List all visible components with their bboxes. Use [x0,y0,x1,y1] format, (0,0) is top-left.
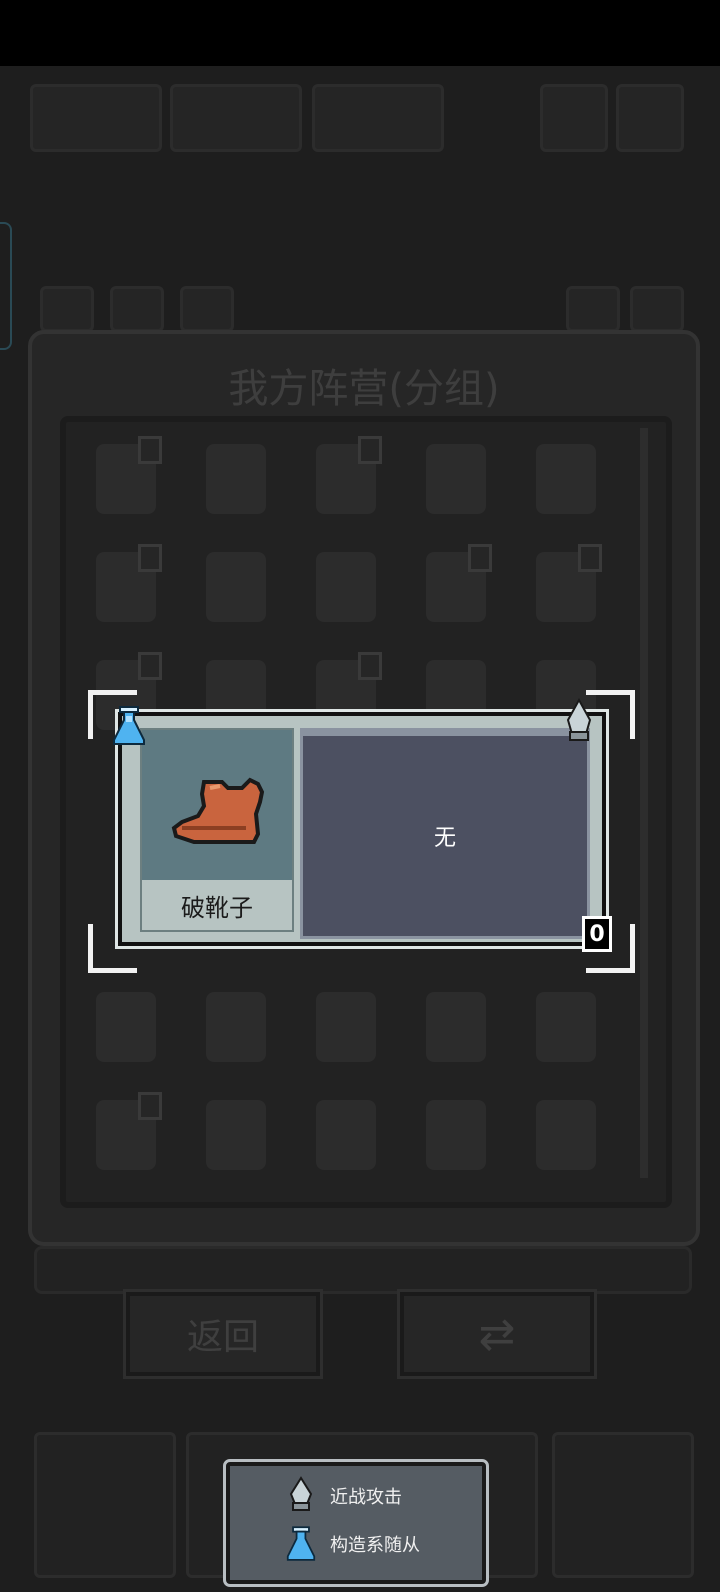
unit-cell[interactable] [196,1090,276,1180]
unit-cell[interactable] [86,434,166,524]
boot-icon [171,777,265,844]
refresh-icon: ⇄ [478,1308,516,1360]
spearhead-icon [564,697,594,746]
item-name: 破靴子 [142,880,292,930]
bottom-slot-3[interactable] [552,1432,694,1578]
bottom-slot-1[interactable] [34,1432,176,1578]
unit-cell[interactable] [526,982,606,1072]
refresh-button[interactable]: ⇄ [400,1292,594,1376]
resource-slot-1[interactable] [30,84,162,152]
spearhead-icon [286,1476,316,1512]
unit-cell[interactable] [416,542,496,632]
info-strip [34,1246,692,1294]
side-tab[interactable] [0,222,12,350]
tooltip-row-1: 近战攻击 [330,1487,402,1508]
tooltip-row-2: 构造系随从 [330,1535,420,1556]
unit-cell[interactable] [526,1090,606,1180]
unit-cell[interactable] [306,982,386,1072]
back-button[interactable]: 返回 [126,1292,320,1376]
filter-button-3[interactable] [180,286,234,332]
unit-cell[interactable] [196,542,276,632]
unit-cell[interactable] [416,982,496,1072]
hud-button-1[interactable] [540,84,608,152]
unit-cell[interactable] [306,542,386,632]
unit-cell[interactable] [86,1090,166,1180]
status-bar [0,0,720,66]
unit-cell[interactable] [196,982,276,1072]
trait-tooltip: 近战攻击 构造系随从 [223,1459,489,1587]
filter-button-2[interactable] [110,286,164,332]
sort-button-2[interactable] [630,286,684,332]
back-button-label: 返回 [186,1317,259,1358]
hud-button-2[interactable] [616,84,684,152]
unit-cell[interactable] [86,982,166,1072]
unit-cell[interactable] [196,434,276,524]
sort-button-1[interactable] [566,286,620,332]
flask-icon [112,706,146,750]
item-art [142,730,292,880]
unit-cell[interactable] [306,1090,386,1180]
unit-cell[interactable] [416,434,496,524]
grid-scrollbar[interactable] [640,428,648,1178]
item-detail-popup: 破靴子 无 [115,709,609,949]
resource-slot-gold[interactable] [312,84,444,152]
flask-icon [286,1526,316,1562]
unit-cell[interactable] [526,434,606,524]
unit-cell[interactable] [86,542,166,632]
item-tile: 破靴子 [140,728,294,932]
unit-cell[interactable] [306,434,386,524]
item-description: 无 [300,728,590,939]
unit-cell[interactable] [526,542,606,632]
item-level: 0 [582,916,612,952]
resource-slot-energy[interactable] [170,84,302,152]
unit-cell[interactable] [416,1090,496,1180]
filter-button-1[interactable] [40,286,94,332]
panel-title: 我方阵营(分组) [228,366,500,412]
